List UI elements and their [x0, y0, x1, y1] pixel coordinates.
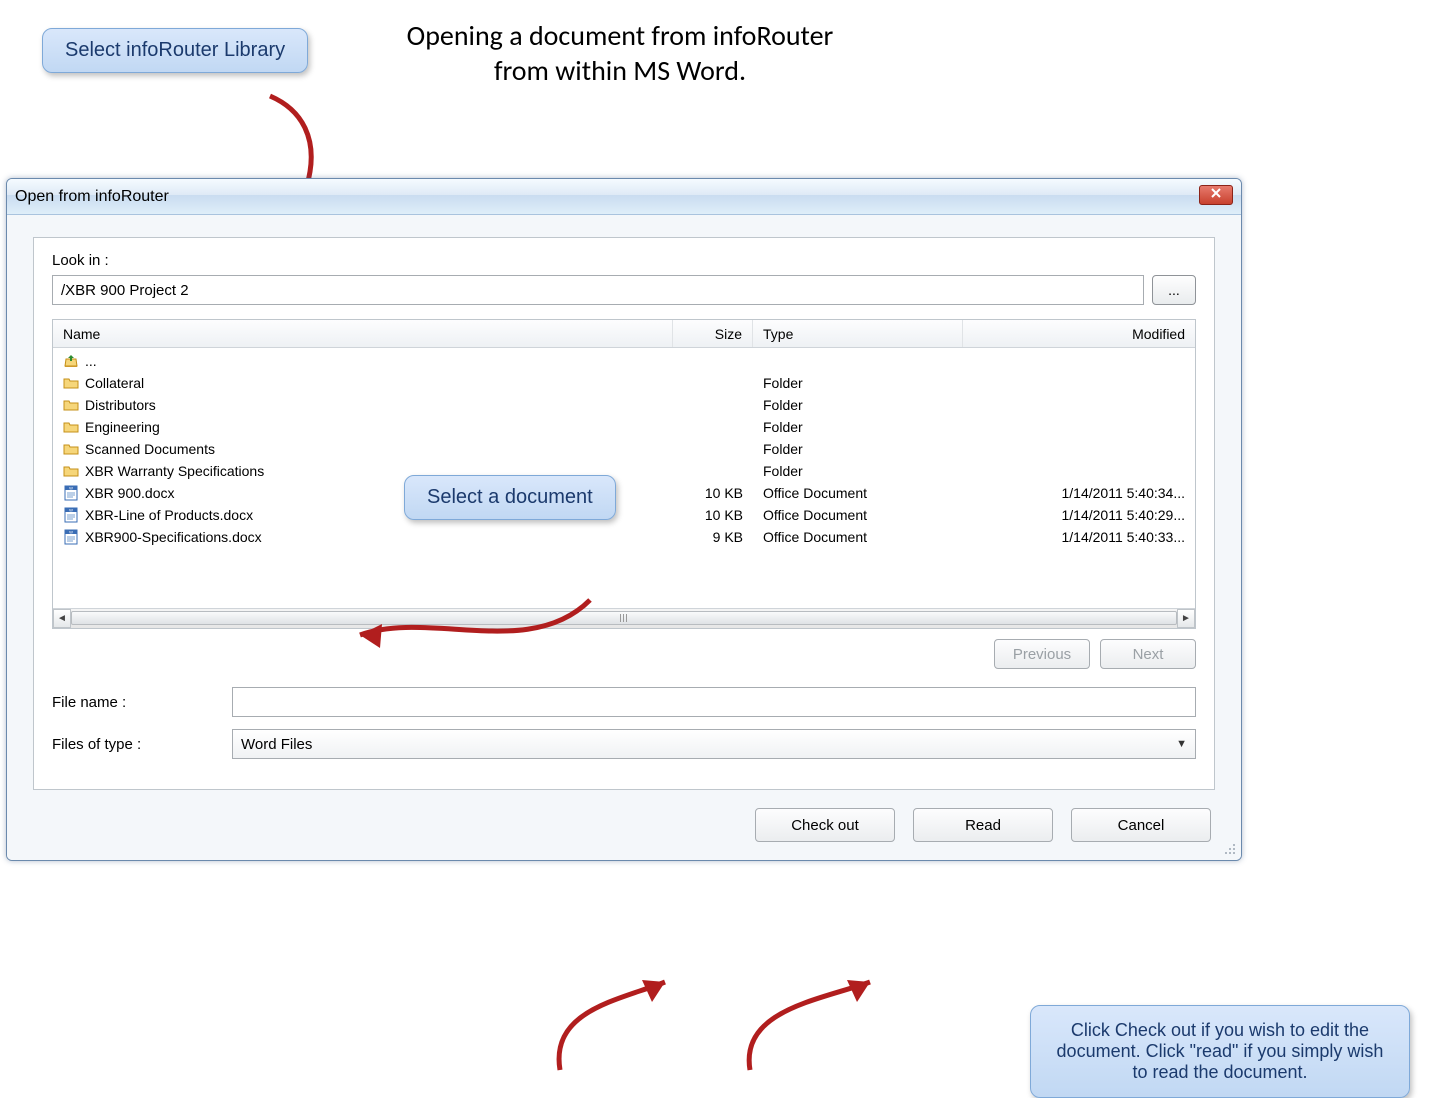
callout-select-document-text: Select a document — [427, 486, 593, 508]
file-list: Name Size Type Modified ... Collateral Fol… — [52, 319, 1196, 629]
scroll-thumb[interactable] — [71, 611, 1177, 625]
file-rows: ...CollateralFolderDistributorsFolderEng… — [53, 348, 1195, 608]
callout-select-library-text: Select infoRouter Library — [65, 39, 285, 61]
open-dialog: Open from infoRouter Look in : ... Name … — [6, 178, 1242, 861]
folder-icon — [63, 375, 79, 391]
svg-text:W: W — [69, 508, 73, 513]
file-size: 9 KB — [673, 529, 753, 545]
file-type: Folder — [753, 463, 963, 479]
file-row[interactable]: W XBR900-Specifications.docx 9 KBOffice Do… — [53, 526, 1195, 548]
file-type: Folder — [753, 397, 963, 413]
browse-button[interactable]: ... — [1152, 275, 1196, 305]
folder-icon — [63, 463, 79, 479]
column-type-label: Type — [763, 326, 793, 342]
callout-select-document: Select a document — [404, 475, 616, 520]
file-name: XBR 900.docx — [85, 485, 175, 501]
file-name: XBR-Line of Products.docx — [85, 507, 253, 523]
file-row[interactable]: Engineering Folder — [53, 416, 1195, 438]
file-modified: 1/14/2011 5:40:33... — [963, 529, 1195, 545]
file-list-header[interactable]: Name Size Type Modified — [53, 320, 1195, 348]
file-size: 10 KB — [673, 485, 753, 501]
column-type[interactable]: Type — [753, 320, 963, 347]
file-type: Folder — [753, 419, 963, 435]
file-row[interactable]: Distributors Folder — [53, 394, 1195, 416]
column-modified[interactable]: Modified — [963, 320, 1195, 347]
file-name: ... — [85, 353, 97, 369]
scroll-left-button[interactable]: ◄ — [53, 609, 71, 628]
file-name: Collateral — [85, 375, 144, 391]
folder-icon — [63, 441, 79, 457]
path-input[interactable] — [52, 275, 1144, 305]
file-type: Office Document — [753, 529, 963, 545]
file-name: Engineering — [85, 419, 160, 435]
files-of-type-select[interactable]: Word Files ▼ — [232, 729, 1196, 759]
arrow-to-read — [720, 970, 900, 1090]
file-name: Distributors — [85, 397, 156, 413]
column-modified-label: Modified — [1132, 326, 1185, 342]
folder-icon — [63, 419, 79, 435]
page-title-line1: Opening a document from infoRouter — [407, 18, 834, 53]
files-of-type-value: Word Files — [241, 736, 312, 753]
file-row[interactable]: W XBR-Line of Products.docx 10 KBOffice Do… — [53, 504, 1195, 526]
look-in-label: Look in : — [52, 252, 1196, 269]
document-icon: W — [63, 529, 79, 545]
file-name: XBR Warranty Specifications — [85, 463, 264, 479]
close-button[interactable] — [1199, 185, 1233, 205]
document-icon: W — [63, 485, 79, 501]
resize-grip-icon[interactable] — [1223, 842, 1237, 856]
close-icon — [1210, 186, 1222, 204]
files-of-type-label: Files of type : — [52, 736, 232, 753]
file-name-input[interactable] — [232, 687, 1196, 717]
folder-icon — [63, 397, 79, 413]
file-type: Office Document — [753, 507, 963, 523]
svg-text:W: W — [69, 530, 73, 535]
folder-up-icon — [63, 353, 79, 369]
next-button[interactable]: Next — [1100, 639, 1196, 669]
column-size[interactable]: Size — [673, 320, 753, 347]
callout-bottom-help: Click Check out if you wish to edit the … — [1030, 1005, 1410, 1098]
page-title-line2: from within MS Word. — [494, 53, 746, 88]
file-type: Folder — [753, 441, 963, 457]
file-modified: 1/14/2011 5:40:29... — [963, 507, 1195, 523]
cancel-button[interactable]: Cancel — [1071, 808, 1211, 842]
document-icon: W — [63, 507, 79, 523]
checkout-button[interactable]: Check out — [755, 808, 895, 842]
horizontal-scrollbar[interactable]: ◄ ► — [53, 608, 1195, 628]
file-row[interactable]: XBR Warranty Specifications Folder — [53, 460, 1195, 482]
callout-select-library: Select infoRouter Library — [42, 28, 308, 73]
inner-panel: Look in : ... Name Size Type Modified ..… — [33, 237, 1215, 790]
dialog-titlebar[interactable]: Open from infoRouter — [7, 179, 1241, 215]
svg-text:W: W — [69, 486, 73, 491]
read-button[interactable]: Read — [913, 808, 1053, 842]
scroll-right-button[interactable]: ► — [1177, 609, 1195, 628]
dialog-body: Look in : ... Name Size Type Modified ..… — [7, 215, 1241, 860]
column-name[interactable]: Name — [53, 320, 673, 347]
previous-button[interactable]: Previous — [994, 639, 1090, 669]
dialog-title: Open from infoRouter — [15, 188, 169, 206]
file-name: XBR900-Specifications.docx — [85, 529, 262, 545]
file-name-label: File name : — [52, 694, 232, 711]
file-name: Scanned Documents — [85, 441, 215, 457]
file-row[interactable]: Collateral Folder — [53, 372, 1195, 394]
file-type: Folder — [753, 375, 963, 391]
file-size: 10 KB — [673, 507, 753, 523]
chevron-down-icon: ▼ — [1176, 738, 1187, 750]
file-row[interactable]: ... — [53, 350, 1195, 372]
arrow-to-checkout — [530, 970, 710, 1090]
file-row[interactable]: Scanned Documents Folder — [53, 438, 1195, 460]
file-type: Office Document — [753, 485, 963, 501]
callout-bottom-help-text: Click Check out if you wish to edit the … — [1057, 1020, 1384, 1082]
column-size-label: Size — [715, 326, 742, 342]
column-name-label: Name — [63, 326, 100, 342]
file-modified: 1/14/2011 5:40:34... — [963, 485, 1195, 501]
file-row[interactable]: W XBR 900.docx 10 KBOffice Document1/14/20… — [53, 482, 1195, 504]
